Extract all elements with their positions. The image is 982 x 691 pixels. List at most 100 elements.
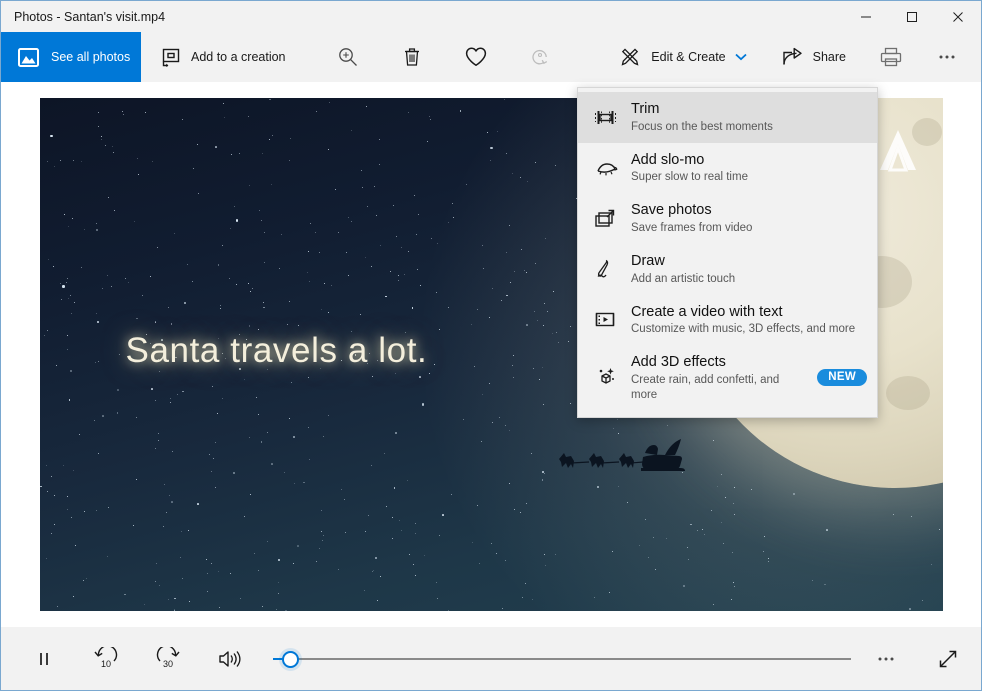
fullscreen-button[interactable]: [927, 638, 969, 680]
star: [375, 557, 377, 559]
star: [168, 307, 169, 308]
zoom-in-button[interactable]: [326, 35, 370, 79]
rewind-10-button[interactable]: 10: [85, 638, 127, 680]
title-bar[interactable]: Photos - Santan's visit.mp4: [1, 1, 981, 32]
star: [351, 130, 352, 131]
share-button[interactable]: Share: [770, 35, 857, 79]
star: [371, 465, 372, 466]
star: [68, 298, 69, 299]
maximize-icon: [906, 11, 918, 23]
star: [535, 162, 536, 163]
close-button[interactable]: [935, 1, 981, 32]
menu-item-draw[interactable]: Draw Add an artistic touch: [578, 244, 877, 295]
star: [60, 283, 61, 284]
more-options-button[interactable]: [925, 35, 969, 79]
star: [525, 583, 526, 584]
menu-item-add-slo-mo[interactable]: Add slo-mo Super slow to real time: [578, 143, 877, 194]
star: [81, 267, 82, 268]
star: [174, 598, 176, 600]
delete-button[interactable]: [390, 35, 434, 79]
star: [262, 606, 263, 607]
playback-more-button[interactable]: [865, 638, 907, 680]
star: [182, 119, 183, 120]
star: [117, 412, 119, 414]
star: [168, 599, 169, 600]
maximize-button[interactable]: [889, 1, 935, 32]
print-button[interactable]: [869, 35, 913, 79]
star: [111, 286, 112, 287]
star: [812, 580, 813, 581]
menu-item-text: Create a video with text Customize with …: [631, 303, 867, 338]
star: [198, 193, 199, 194]
star: [219, 607, 220, 608]
star: [209, 454, 210, 455]
menu-item-create-video-with-text[interactable]: Create a video with text Customize with …: [578, 295, 877, 346]
star: [338, 232, 339, 233]
rotate-button[interactable]: [518, 35, 562, 79]
star: [207, 591, 208, 592]
star: [48, 259, 49, 260]
star: [284, 472, 285, 473]
star: [261, 441, 263, 443]
menu-item-trim[interactable]: Trim Focus on the best moments: [578, 92, 877, 143]
star: [189, 601, 190, 602]
star: [287, 324, 288, 325]
star: [264, 232, 265, 233]
star: [72, 218, 73, 219]
star: [138, 174, 139, 175]
star: [395, 432, 397, 434]
save-photos-icon: [592, 206, 618, 232]
star: [152, 161, 153, 162]
star: [422, 403, 424, 405]
heart-icon: [464, 46, 488, 68]
add-to-creation-button[interactable]: Add to a creation: [149, 32, 300, 82]
see-all-photos-button[interactable]: See all photos: [1, 32, 141, 82]
pause-button[interactable]: [23, 638, 65, 680]
star: [395, 373, 396, 374]
seek-slider[interactable]: [273, 638, 851, 680]
minimize-button[interactable]: [843, 1, 889, 32]
star: [96, 510, 97, 511]
star: [223, 103, 224, 104]
star: [344, 499, 345, 500]
forward-30-button[interactable]: 30: [147, 638, 189, 680]
favorite-button[interactable]: [454, 35, 498, 79]
fullscreen-icon: [937, 648, 959, 670]
star: [683, 585, 685, 587]
menu-item-save-photos[interactable]: Save photos Save frames from video: [578, 193, 877, 244]
edit-create-button[interactable]: Edit & Create: [608, 35, 757, 79]
star: [697, 530, 698, 531]
star: [711, 510, 712, 511]
star: [308, 377, 309, 378]
star: [392, 538, 393, 539]
volume-button[interactable]: [209, 638, 251, 680]
star: [319, 252, 320, 253]
star: [506, 252, 508, 254]
menu-item-text: Trim Focus on the best moments: [631, 100, 867, 135]
star: [547, 311, 548, 312]
star: [248, 116, 249, 117]
star: [506, 295, 508, 297]
star: [174, 609, 175, 610]
star: [96, 223, 97, 224]
star: [297, 545, 299, 547]
star: [108, 197, 109, 198]
menu-item-add-3d-effects[interactable]: Add 3D effects Create rain, add confetti…: [578, 345, 877, 411]
star: [98, 361, 99, 362]
star: [122, 111, 123, 112]
pause-icon: [34, 649, 54, 669]
star: [513, 377, 514, 378]
star: [54, 166, 55, 167]
star: [323, 535, 324, 536]
seek-track[interactable]: [273, 658, 851, 660]
seek-thumb[interactable]: [282, 651, 299, 668]
star: [385, 296, 387, 298]
star: [250, 291, 251, 292]
star: [645, 519, 646, 520]
star: [316, 561, 317, 562]
star: [309, 459, 310, 460]
star: [271, 184, 272, 185]
star: [492, 422, 494, 424]
star: [367, 206, 368, 207]
window-title: Photos - Santan's visit.mp4: [14, 10, 165, 24]
